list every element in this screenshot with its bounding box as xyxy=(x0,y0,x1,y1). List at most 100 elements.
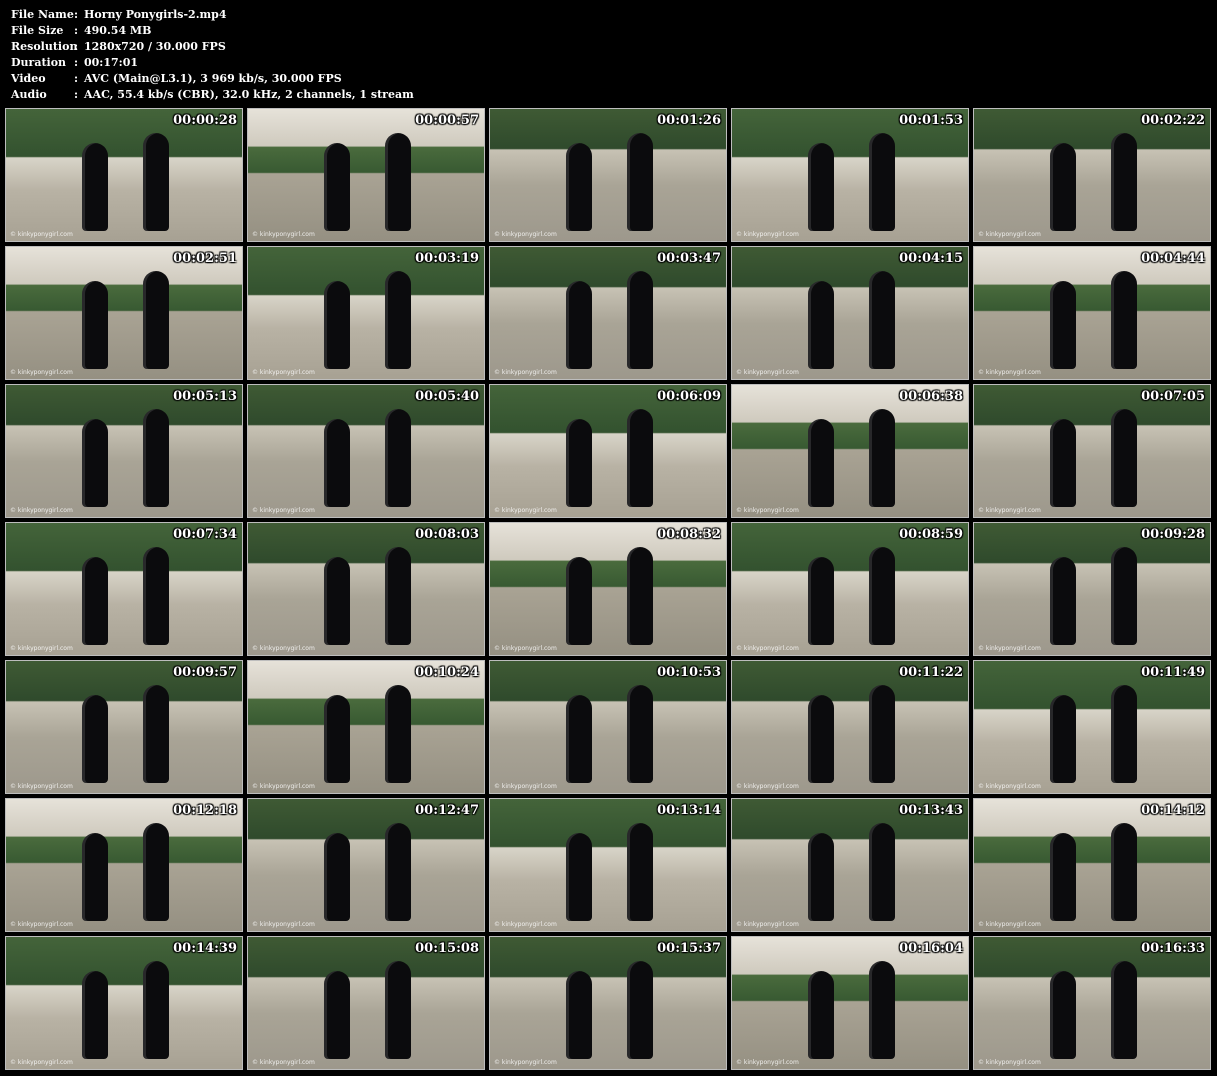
file-info-separator: : xyxy=(74,40,79,53)
file-info-row: File Name: Horny Ponygirls-2.mp4 xyxy=(11,7,414,23)
file-info-label: Audio xyxy=(11,88,47,101)
video-thumbnail: 00:10:24 © kinkyponygirl.com xyxy=(247,660,485,794)
video-thumbnail: 00:16:33 © kinkyponygirl.com xyxy=(973,936,1211,1070)
thumbnail-watermark: © kinkyponygirl.com xyxy=(978,507,1041,514)
thumbnail-timestamp: 00:06:09 xyxy=(657,389,721,404)
thumbnail-timestamp: 00:04:15 xyxy=(899,251,963,266)
thumbnail-timestamp: 00:01:53 xyxy=(899,113,963,128)
thumbnail-watermark: © kinkyponygirl.com xyxy=(736,1059,799,1066)
video-thumbnail: 00:12:47 © kinkyponygirl.com xyxy=(247,798,485,932)
thumbnail-figure xyxy=(565,557,592,645)
thumbnail-watermark: © kinkyponygirl.com xyxy=(252,369,315,376)
file-info-row: Duration:00:17:01 xyxy=(11,55,414,71)
thumbnail-timestamp: 00:12:47 xyxy=(415,803,479,818)
thumbnail-timestamp: 00:02:22 xyxy=(1141,113,1205,128)
thumbnail-figure xyxy=(142,685,169,783)
thumbnail-watermark: © kinkyponygirl.com xyxy=(494,645,557,652)
video-thumbnail: 00:13:43 © kinkyponygirl.com xyxy=(731,798,969,932)
thumbnail-figure xyxy=(1049,419,1076,507)
thumbnail-figure xyxy=(142,409,169,507)
file-info-row: File Size:490.54 MB xyxy=(11,23,414,39)
thumbnail-figure xyxy=(384,961,411,1059)
thumbnail-timestamp: 00:11:49 xyxy=(1141,665,1205,680)
thumbnail-timestamp: 00:16:33 xyxy=(1141,941,1205,956)
thumbnail-watermark: © kinkyponygirl.com xyxy=(252,1059,315,1066)
thumbnail-figure xyxy=(565,281,592,369)
thumbnail-watermark: © kinkyponygirl.com xyxy=(10,369,73,376)
video-thumbnail: 00:02:51 © kinkyponygirl.com xyxy=(5,246,243,380)
thumbnail-grid: 00:00:28 © kinkyponygirl.com 00:00:57 © kin… xyxy=(5,108,1211,1070)
thumbnail-figure xyxy=(626,961,653,1059)
video-thumbnail: 00:08:32 © kinkyponygirl.com xyxy=(489,522,727,656)
thumbnail-watermark: © kinkyponygirl.com xyxy=(978,783,1041,790)
file-info-separator: : xyxy=(74,56,79,69)
thumbnail-timestamp: 00:03:19 xyxy=(415,251,479,266)
thumbnail-figure xyxy=(565,143,592,231)
file-info-label: File Name xyxy=(11,8,74,21)
thumbnail-figure xyxy=(81,143,108,231)
thumbnail-watermark: © kinkyponygirl.com xyxy=(10,645,73,652)
thumbnail-watermark: © kinkyponygirl.com xyxy=(252,645,315,652)
video-thumbnail: 00:08:59 © kinkyponygirl.com xyxy=(731,522,969,656)
thumbnail-figure xyxy=(868,271,895,369)
thumbnail-timestamp: 00:10:24 xyxy=(415,665,479,680)
video-thumbnail: 00:05:13 © kinkyponygirl.com xyxy=(5,384,243,518)
thumbnail-timestamp: 00:04:44 xyxy=(1141,251,1205,266)
video-thumbnail: 00:02:22 © kinkyponygirl.com xyxy=(973,108,1211,242)
file-info-row: Audio: AAC, 55.4 kb/s (CBR), 32.0 kHz, 2 … xyxy=(11,87,414,103)
thumbnail-watermark: © kinkyponygirl.com xyxy=(978,231,1041,238)
thumbnail-figure xyxy=(868,685,895,783)
thumbnail-figure xyxy=(868,547,895,645)
thumbnail-figure xyxy=(1110,271,1137,369)
thumbnail-figure xyxy=(626,133,653,231)
video-thumbnail: 00:04:44 © kinkyponygirl.com xyxy=(973,246,1211,380)
thumbnail-watermark: © kinkyponygirl.com xyxy=(736,507,799,514)
thumbnail-watermark: © kinkyponygirl.com xyxy=(10,783,73,790)
thumbnail-figure xyxy=(323,143,350,231)
file-info-value: AVC (Main@L3.1), 3 969 kb/s, 30.000 FPS xyxy=(84,72,342,85)
file-info-value: 490.54 MB xyxy=(84,24,152,37)
thumbnail-figure xyxy=(807,695,834,783)
thumbnail-figure xyxy=(323,695,350,783)
thumbnail-figure xyxy=(81,557,108,645)
file-info-label: File Size xyxy=(11,24,64,37)
thumbnail-figure xyxy=(81,419,108,507)
file-info-value: 1280x720 / 30.000 FPS xyxy=(84,40,226,53)
thumbnail-figure xyxy=(384,133,411,231)
thumbnail-figure xyxy=(807,971,834,1059)
thumbnail-watermark: © kinkyponygirl.com xyxy=(978,369,1041,376)
thumbnail-watermark: © kinkyponygirl.com xyxy=(494,783,557,790)
file-info-row: Video: AVC (Main@L3.1), 3 969 kb/s, 30.00… xyxy=(11,71,414,87)
video-thumbnail: 00:05:40 © kinkyponygirl.com xyxy=(247,384,485,518)
file-info-separator: : xyxy=(74,72,79,85)
thumbnail-figure xyxy=(81,971,108,1059)
video-thumbnail: 00:03:19 © kinkyponygirl.com xyxy=(247,246,485,380)
video-thumbnail: 00:03:47 © kinkyponygirl.com xyxy=(489,246,727,380)
video-thumbnail: 00:07:34 © kinkyponygirl.com xyxy=(5,522,243,656)
thumbnail-timestamp: 00:02:51 xyxy=(173,251,237,266)
thumbnail-figure xyxy=(1049,143,1076,231)
file-info-separator: : xyxy=(74,88,79,101)
thumbnail-watermark: © kinkyponygirl.com xyxy=(978,1059,1041,1066)
thumbnail-timestamp: 00:11:22 xyxy=(899,665,963,680)
thumbnail-timestamp: 00:14:39 xyxy=(173,941,237,956)
file-info-separator: : xyxy=(74,8,79,21)
thumbnail-figure xyxy=(807,557,834,645)
thumbnail-figure xyxy=(626,409,653,507)
thumbnail-timestamp: 00:01:26 xyxy=(657,113,721,128)
thumbnail-watermark: © kinkyponygirl.com xyxy=(10,921,73,928)
thumbnail-figure xyxy=(1110,685,1137,783)
thumbnail-figure xyxy=(142,133,169,231)
thumbnail-watermark: © kinkyponygirl.com xyxy=(252,507,315,514)
file-info-value: 00:17:01 xyxy=(84,56,139,69)
thumbnail-figure xyxy=(1049,833,1076,921)
thumbnail-timestamp: 00:13:14 xyxy=(657,803,721,818)
thumbnail-figure xyxy=(1049,695,1076,783)
thumbnail-figure xyxy=(807,143,834,231)
thumbnail-watermark: © kinkyponygirl.com xyxy=(494,921,557,928)
thumbnail-timestamp: 00:08:59 xyxy=(899,527,963,542)
thumbnail-timestamp: 00:07:34 xyxy=(173,527,237,542)
thumbnail-figure xyxy=(142,961,169,1059)
thumbnail-watermark: © kinkyponygirl.com xyxy=(978,645,1041,652)
file-info-row: Resolution:1280x720 / 30.000 FPS xyxy=(11,39,414,55)
